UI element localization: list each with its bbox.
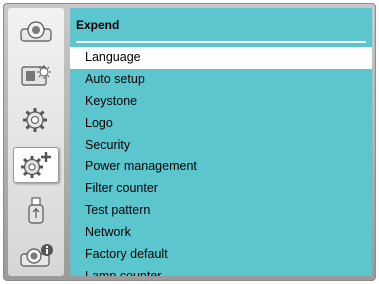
menu-list: Language Auto setup Keystone Logo Securi… xyxy=(70,47,372,276)
menu-title: Expend xyxy=(76,18,120,32)
menu-item-language[interactable]: Language xyxy=(70,47,372,69)
menu-item-lamp-counter[interactable]: Lamp counter xyxy=(70,266,372,276)
sidebar-item-expand[interactable] xyxy=(13,147,59,183)
projector-osd-menu: Expend Language Auto setup Keystone Logo… xyxy=(3,3,376,281)
menu-item-security[interactable]: Security xyxy=(70,135,372,157)
title-divider xyxy=(76,41,366,43)
settings-gear-icon xyxy=(19,105,53,133)
menu-item-auto-setup[interactable]: Auto setup xyxy=(70,69,372,91)
usb-memory-icon xyxy=(21,196,51,226)
projector-info-icon xyxy=(18,242,54,270)
menu-category-sidebar xyxy=(8,8,64,276)
expand-gear-plus-icon xyxy=(18,150,54,180)
sidebar-item-setting[interactable] xyxy=(13,101,59,137)
sidebar-item-picture[interactable] xyxy=(13,58,59,94)
menu-item-logo[interactable]: Logo xyxy=(70,113,372,135)
menu-item-power-management[interactable]: Power management xyxy=(70,156,372,178)
menu-item-filter-counter[interactable]: Filter counter xyxy=(70,178,372,200)
projector-display-icon xyxy=(19,19,53,45)
menu-item-factory-default[interactable]: Factory default xyxy=(70,244,372,266)
menu-title-bar: Expend xyxy=(70,8,372,44)
menu-item-keystone[interactable]: Keystone xyxy=(70,91,372,113)
expend-menu-panel: Expend Language Auto setup Keystone Logo… xyxy=(70,8,372,276)
menu-item-network[interactable]: Network xyxy=(70,222,372,244)
sidebar-item-information[interactable] xyxy=(13,238,59,274)
sidebar-item-display[interactable] xyxy=(13,14,59,50)
picture-adjust-icon xyxy=(19,63,53,89)
sidebar-item-memory-viewer[interactable] xyxy=(13,193,59,229)
menu-item-test-pattern[interactable]: Test pattern xyxy=(70,200,372,222)
